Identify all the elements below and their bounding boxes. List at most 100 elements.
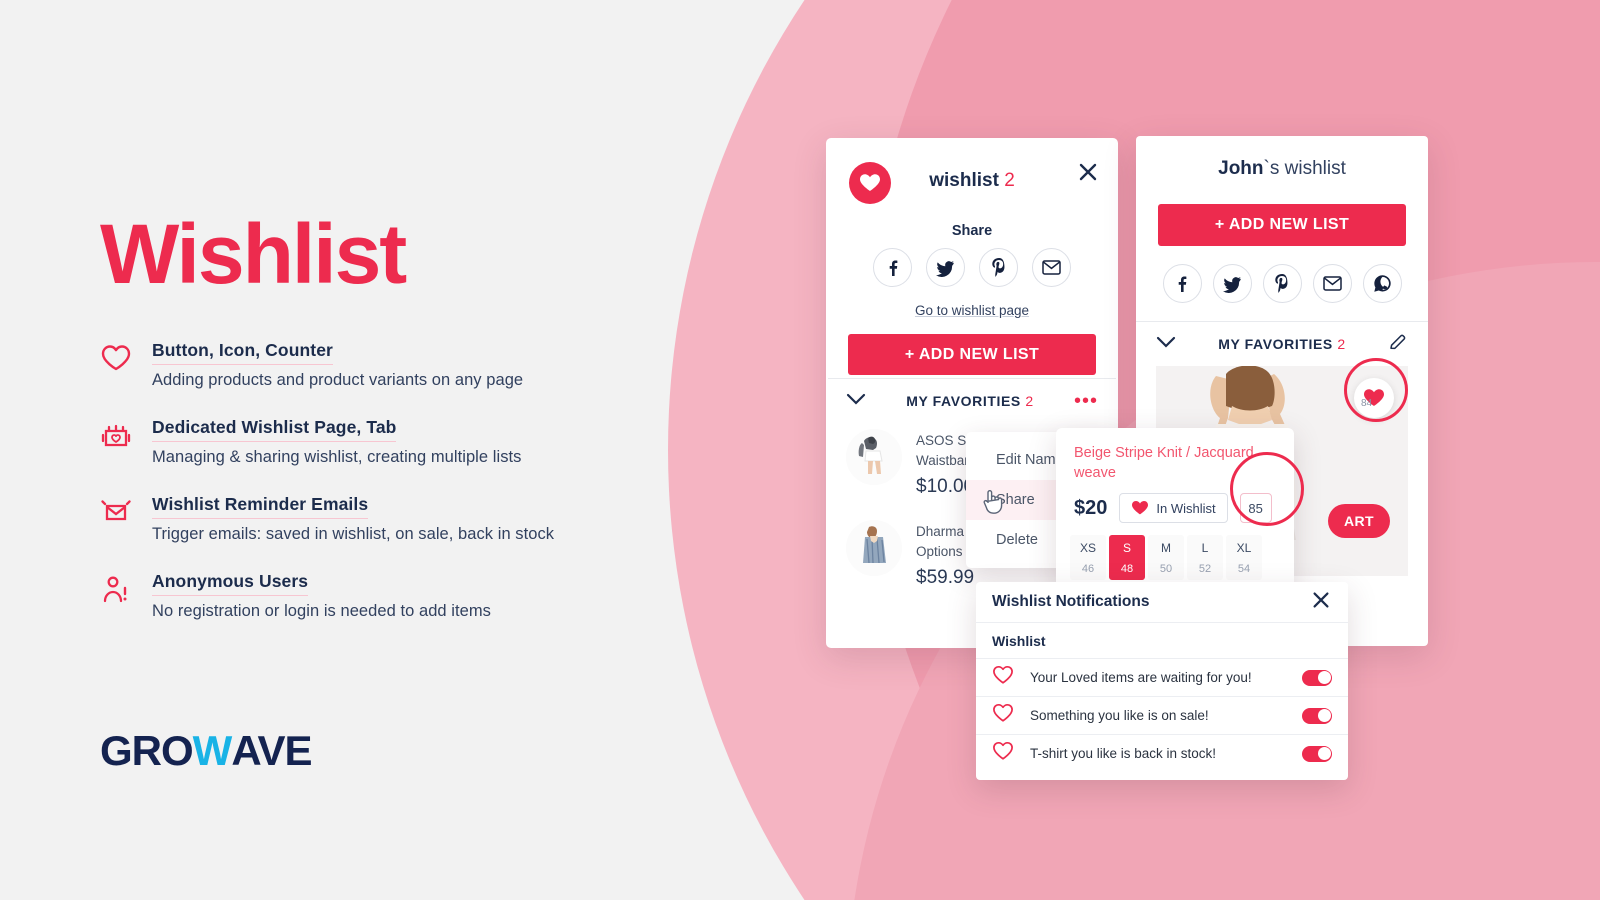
notification-text: T-shirt you like is back in stock! bbox=[1030, 746, 1217, 761]
size-label: XS bbox=[1079, 541, 1096, 556]
share-button-row bbox=[826, 248, 1118, 287]
feature-item-reminder-emails: Wishlist Reminder Emails Trigger emails:… bbox=[100, 494, 620, 544]
close-icon[interactable] bbox=[1076, 160, 1100, 184]
panel-title: wishlist 2 bbox=[826, 170, 1118, 192]
email-icon bbox=[1042, 260, 1061, 275]
whatsapp-icon bbox=[1373, 275, 1391, 292]
page-title: Wishlist bbox=[100, 207, 407, 301]
share-button-row bbox=[1136, 264, 1428, 303]
add-to-cart-button[interactable]: ART bbox=[1328, 504, 1390, 538]
feature-item-anonymous-users: Anonymous Users No registration or login… bbox=[100, 571, 620, 621]
logo-part-gro: GRO bbox=[100, 727, 194, 774]
size-option-xl[interactable]: XL 54 bbox=[1226, 535, 1262, 581]
feature-item-dedicated-page: Dedicated Wishlist Page, Tab Managing & … bbox=[100, 417, 620, 467]
feature-title: Button, Icon, Counter bbox=[152, 340, 333, 365]
logo-part-w: W bbox=[192, 727, 233, 774]
heart-outline-icon bbox=[100, 340, 134, 372]
highlight-ring-variant-counter bbox=[1230, 452, 1304, 526]
product-thumbnail bbox=[846, 429, 902, 485]
twitter-icon bbox=[936, 260, 954, 277]
favorites-count: 2 bbox=[1337, 336, 1346, 352]
feature-title: Anonymous Users bbox=[152, 571, 309, 596]
highlight-ring-like-counter bbox=[1344, 358, 1408, 422]
size-option-m[interactable]: M 50 bbox=[1148, 535, 1184, 581]
feature-desc: Adding products and product variants on … bbox=[152, 371, 524, 389]
size-option-l[interactable]: L 52 bbox=[1187, 535, 1223, 581]
size-label: M bbox=[1161, 541, 1171, 556]
pencil-icon[interactable] bbox=[1388, 332, 1408, 357]
heart-outline-icon bbox=[992, 703, 1014, 728]
notification-toggle[interactable] bbox=[1302, 745, 1332, 762]
favorites-list-title: MY FAVORITIES 2 bbox=[1176, 336, 1388, 352]
panel-title-text: wishlist bbox=[929, 170, 999, 191]
feature-list: Button, Icon, Counter Adding products an… bbox=[100, 340, 620, 648]
size-option-s[interactable]: S 48 bbox=[1109, 535, 1145, 581]
wishlist-owner-name: John bbox=[1218, 158, 1264, 179]
variant-price: $20 bbox=[1074, 496, 1108, 519]
favorites-list-header: MY FAVORITIES 2 ••• bbox=[826, 379, 1118, 423]
size-label: L bbox=[1201, 541, 1209, 556]
product-thumbnail bbox=[846, 520, 902, 577]
logo-part-ave: AVE bbox=[231, 727, 312, 774]
feature-desc: No registration or login is needed to ad… bbox=[152, 602, 491, 620]
goto-wishlist-page-link[interactable]: Go to wishlist page bbox=[826, 303, 1118, 318]
chevron-down-icon[interactable] bbox=[846, 392, 866, 410]
feature-title: Dedicated Wishlist Page, Tab bbox=[152, 417, 397, 442]
wishlist-popup-header: wishlist 2 Share Go to wishlist page + A… bbox=[826, 138, 1118, 378]
notification-text: Something you like is on sale! bbox=[1030, 708, 1209, 723]
size-selector: XS 46 S 48 M 50 L 52 XL 54 bbox=[1056, 523, 1294, 581]
pinterest-icon bbox=[1275, 274, 1288, 293]
growave-logo: GRO W AVE bbox=[100, 727, 313, 774]
heart-filled-icon bbox=[1132, 501, 1149, 515]
pinterest-icon bbox=[991, 258, 1004, 277]
notification-row: T-shirt you like is back in stock! bbox=[976, 734, 1348, 772]
heart-outline-icon bbox=[992, 741, 1014, 766]
size-number: 48 bbox=[1120, 563, 1134, 576]
wishlist-notifications-panel: Wishlist Notifications Wishlist Your Lov… bbox=[976, 582, 1348, 780]
feature-desc: Managing & sharing wishlist, creating mu… bbox=[152, 448, 522, 466]
notification-toggle[interactable] bbox=[1302, 707, 1332, 724]
share-email-button[interactable] bbox=[1312, 264, 1352, 303]
feature-item-button-icon-counter: Button, Icon, Counter Adding products an… bbox=[100, 340, 620, 390]
anonymous-user-icon bbox=[100, 571, 134, 605]
in-wishlist-button[interactable]: In Wishlist bbox=[1119, 493, 1228, 524]
more-dots-icon[interactable]: ••• bbox=[1074, 391, 1098, 411]
email-icon bbox=[1322, 276, 1342, 291]
share-twitter-button[interactable] bbox=[1212, 264, 1252, 303]
share-facebook-button[interactable] bbox=[1162, 264, 1202, 303]
share-label: Share bbox=[951, 223, 993, 239]
wishlist-page-icon bbox=[100, 417, 134, 451]
hand-cursor-icon bbox=[980, 487, 1004, 515]
notifications-section-label: Wishlist bbox=[976, 622, 1348, 658]
size-number: 46 bbox=[1081, 563, 1095, 576]
size-label: XL bbox=[1236, 541, 1252, 556]
share-pinterest-button[interactable] bbox=[1262, 264, 1302, 303]
favorites-label: MY FAVORITIES bbox=[1218, 336, 1333, 352]
add-new-list-button[interactable]: + ADD NEW LIST bbox=[1158, 204, 1406, 246]
heart-outline-icon bbox=[992, 665, 1014, 690]
share-facebook-button[interactable] bbox=[873, 248, 912, 287]
envelope-heart-icon bbox=[100, 494, 134, 526]
size-number: 54 bbox=[1237, 563, 1251, 576]
feature-title: Wishlist Reminder Emails bbox=[152, 494, 369, 519]
share-pinterest-button[interactable] bbox=[979, 248, 1018, 287]
size-number: 50 bbox=[1159, 563, 1173, 576]
in-wishlist-label: In Wishlist bbox=[1156, 500, 1216, 516]
favorites-label: MY FAVORITIES bbox=[906, 393, 1021, 409]
facebook-icon bbox=[1178, 276, 1187, 292]
size-number: 52 bbox=[1198, 563, 1212, 576]
share-email-button[interactable] bbox=[1032, 248, 1071, 287]
share-twitter-button[interactable] bbox=[926, 248, 965, 287]
size-option-xs[interactable]: XS 46 bbox=[1070, 535, 1106, 581]
size-label: S bbox=[1122, 541, 1131, 556]
feature-desc: Trigger emails: saved in wishlist, on sa… bbox=[152, 525, 555, 543]
facebook-icon bbox=[889, 260, 897, 276]
favorites-list-title: MY FAVORITIES 2 bbox=[866, 393, 1074, 409]
close-icon[interactable] bbox=[1310, 589, 1332, 616]
chevron-down-icon[interactable] bbox=[1156, 335, 1176, 353]
share-whatsapp-button[interactable] bbox=[1362, 264, 1402, 303]
marketing-column: Wishlist Button, Icon, Counter Adding pr… bbox=[0, 0, 660, 900]
notification-toggle[interactable] bbox=[1302, 669, 1332, 686]
add-new-list-button[interactable]: + ADD NEW LIST bbox=[848, 334, 1096, 375]
wishlist-title-suffix: `s wishlist bbox=[1263, 158, 1346, 179]
